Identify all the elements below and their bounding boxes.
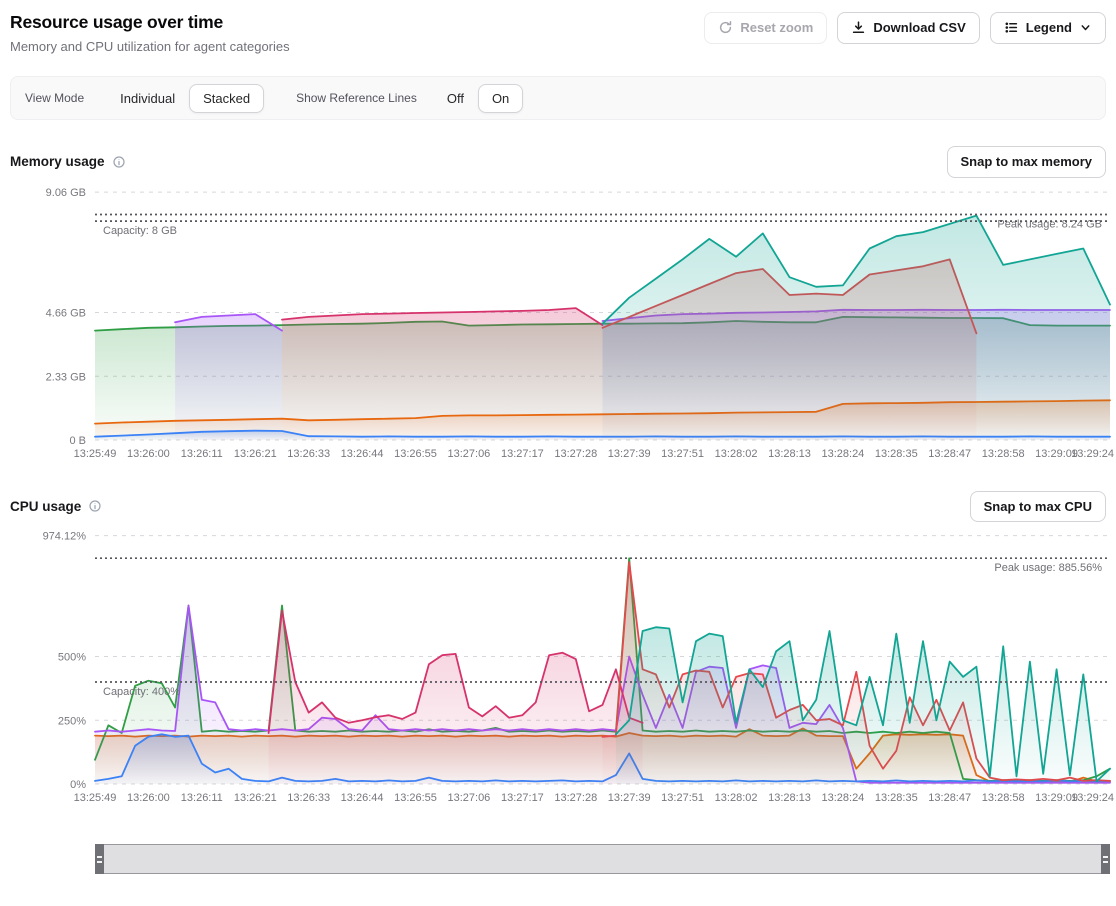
brush-handle-right[interactable] — [1101, 844, 1110, 874]
memory-chart-title-row: Memory usage — [10, 154, 126, 169]
cpu-chart[interactable]: 974.12% 500% 250% 0% Peak usage: 885.56% Capa… — [10, 524, 1116, 809]
reference-lines-label: Show Reference Lines — [296, 91, 417, 105]
download-csv-label: Download CSV — [873, 20, 965, 36]
brush-grip — [1103, 856, 1108, 863]
memory-chart[interactable]: 9.06 GB4.66 GB2.33 GB0 BPeak usage: 8.24… — [10, 180, 1116, 465]
download-csv-button[interactable]: Download CSV — [837, 12, 979, 44]
x-tick-label: 13:26:44 — [341, 448, 384, 460]
dashboard: Resource usage over time Memory and CPU … — [10, 10, 1106, 874]
x-tick-label: 13:26:21 — [234, 792, 277, 804]
x-tick-label: 13:28:02 — [715, 448, 758, 460]
snap-to-max-cpu-button[interactable]: Snap to max CPU — [970, 491, 1106, 523]
reference-line-label: Capacity: 8 GB — [103, 225, 177, 237]
x-tick-label: 13:26:55 — [394, 792, 437, 804]
y-tick-label: 500% — [58, 652, 86, 664]
header-actions: Reset zoom Download CSV Legend — [704, 12, 1106, 44]
x-tick-label: 13:27:28 — [554, 448, 597, 460]
x-tick-label: 13:28:58 — [982, 792, 1025, 804]
x-tick-label: 13:28:47 — [928, 448, 971, 460]
x-tick-label: 13:26:21 — [234, 448, 277, 460]
x-tick-label: 13:28:47 — [928, 792, 971, 804]
x-tick-label: 13:28:35 — [875, 792, 918, 804]
cpu-area-pink — [269, 611, 643, 784]
x-tick-label: 13:28:13 — [768, 448, 811, 460]
x-tick-label: 13:26:33 — [287, 792, 330, 804]
x-tick-label: 13:27:06 — [447, 448, 490, 460]
view-mode-individual[interactable]: Individual — [106, 84, 189, 113]
cpu-section-header: CPU usage Snap to max CPU — [10, 491, 1106, 523]
x-tick-label: 13:27:06 — [447, 792, 490, 804]
x-tick-label: 13:26:44 — [341, 792, 384, 804]
x-tick-label: 13:27:17 — [501, 448, 544, 460]
x-tick-label: 13:27:28 — [554, 792, 597, 804]
x-tick-label: 13:28:13 — [768, 792, 811, 804]
x-tick-label: 13:26:33 — [287, 448, 330, 460]
reference-line-label: Peak usage: 885.56% — [994, 562, 1102, 574]
x-tick-label: 13:26:00 — [127, 792, 170, 804]
controls-bar: View Mode Individual Stacked Show Refere… — [10, 76, 1106, 120]
info-icon[interactable] — [88, 499, 102, 513]
download-icon — [851, 20, 866, 35]
y-tick-label: 9.06 GB — [46, 187, 86, 199]
x-tick-label: 13:28:24 — [821, 792, 864, 804]
x-tick-label: 13:27:51 — [661, 792, 704, 804]
y-tick-label: 974.12% — [43, 531, 87, 543]
x-tick-label: 13:26:11 — [181, 448, 223, 460]
brush-grip — [97, 856, 102, 863]
page-subtitle: Memory and CPU utilization for agent cat… — [10, 39, 290, 54]
x-tick-label: 13:28:35 — [875, 448, 918, 460]
x-tick-label: 13:26:11 — [181, 792, 223, 804]
x-tick-label: 13:26:00 — [127, 448, 170, 460]
view-mode-stacked[interactable]: Stacked — [189, 84, 264, 113]
x-tick-label: 13:27:39 — [608, 448, 651, 460]
y-tick-label: 2.33 GB — [46, 371, 86, 383]
memory-area-teal — [603, 215, 1111, 439]
y-tick-label: 0 B — [69, 435, 86, 447]
x-tick-label: 13:28:58 — [982, 448, 1025, 460]
title-block: Resource usage over time Memory and CPU … — [10, 12, 290, 54]
x-tick-label: 13:28:24 — [821, 448, 864, 460]
x-tick-label: 13:26:55 — [394, 448, 437, 460]
page-header: Resource usage over time Memory and CPU … — [10, 10, 1106, 54]
reset-zoom-label: Reset zoom — [740, 20, 813, 36]
info-icon[interactable] — [112, 155, 126, 169]
reset-icon — [718, 20, 733, 35]
y-tick-label: 4.66 GB — [46, 307, 86, 319]
chevron-down-icon — [1079, 21, 1092, 34]
snap-to-max-memory-button[interactable]: Snap to max memory — [947, 146, 1107, 178]
brush-handle-left[interactable] — [95, 844, 104, 874]
y-tick-label: 250% — [58, 715, 86, 727]
x-tick-label: 13:28:02 — [715, 792, 758, 804]
cpu-chart-title: CPU usage — [10, 499, 81, 514]
x-tick-label: 13:25:49 — [74, 448, 117, 460]
reference-lines-off[interactable]: Off — [433, 84, 478, 113]
memory-section-header: Memory usage Snap to max memory — [10, 146, 1106, 178]
page-title: Resource usage over time — [10, 12, 290, 33]
legend-label: Legend — [1026, 20, 1072, 36]
memory-chart-title: Memory usage — [10, 154, 105, 169]
reference-lines-on[interactable]: On — [478, 84, 523, 113]
x-tick-label: 13:27:39 — [608, 792, 651, 804]
x-tick-label: 13:29:24 — [1071, 792, 1114, 804]
legend-button[interactable]: Legend — [990, 12, 1106, 44]
x-tick-label: 13:27:17 — [501, 792, 544, 804]
x-tick-label: 13:25:49 — [74, 792, 117, 804]
reference-line-label: Capacity: 400% — [103, 686, 180, 698]
view-mode-label: View Mode — [25, 91, 84, 105]
x-tick-label: 13:29:24 — [1071, 448, 1114, 460]
x-tick-label: 13:27:51 — [661, 448, 704, 460]
list-icon — [1004, 20, 1019, 35]
y-tick-label: 0% — [70, 779, 86, 791]
reset-zoom-button[interactable]: Reset zoom — [704, 12, 827, 44]
cpu-chart-title-row: CPU usage — [10, 499, 102, 514]
time-range-brush[interactable] — [95, 844, 1110, 874]
